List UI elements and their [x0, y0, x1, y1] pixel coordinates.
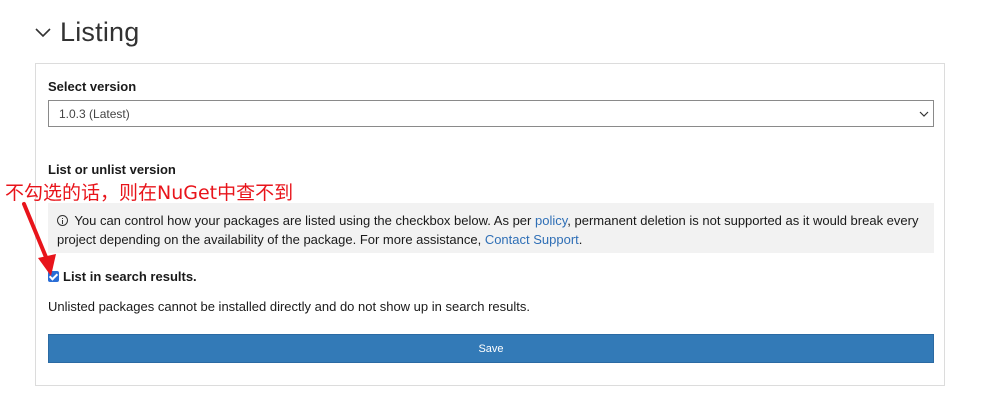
chevron-down-icon[interactable] — [34, 23, 52, 41]
list-in-search-row[interactable]: List in search results. — [48, 269, 197, 284]
info-text-after: . — [578, 232, 583, 247]
section-header[interactable]: Listing — [34, 14, 139, 50]
list-in-search-label[interactable]: List in search results. — [63, 269, 197, 284]
arrow-annotation — [22, 202, 56, 276]
section-title: Listing — [60, 16, 140, 47]
version-select-value: 1.0.3 (Latest) — [59, 107, 130, 121]
version-select[interactable]: 1.0.3 (Latest) — [48, 100, 934, 127]
chevron-down-icon — [919, 111, 929, 117]
info-message: You can control how your packages are li… — [48, 203, 934, 253]
list-unlist-label: List or unlist version — [48, 162, 176, 177]
save-button[interactable]: Save — [48, 334, 934, 363]
select-version-label: Select version — [48, 79, 137, 94]
contact-support-link[interactable]: Contact Support — [485, 232, 579, 247]
policy-link[interactable]: policy — [535, 213, 567, 228]
info-text-before: You can control how your packages are li… — [74, 213, 535, 228]
unlisted-help-text: Unlisted packages cannot be installed di… — [48, 299, 531, 314]
listing-panel: Select version 1.0.3 (Latest) List or un… — [35, 63, 945, 386]
